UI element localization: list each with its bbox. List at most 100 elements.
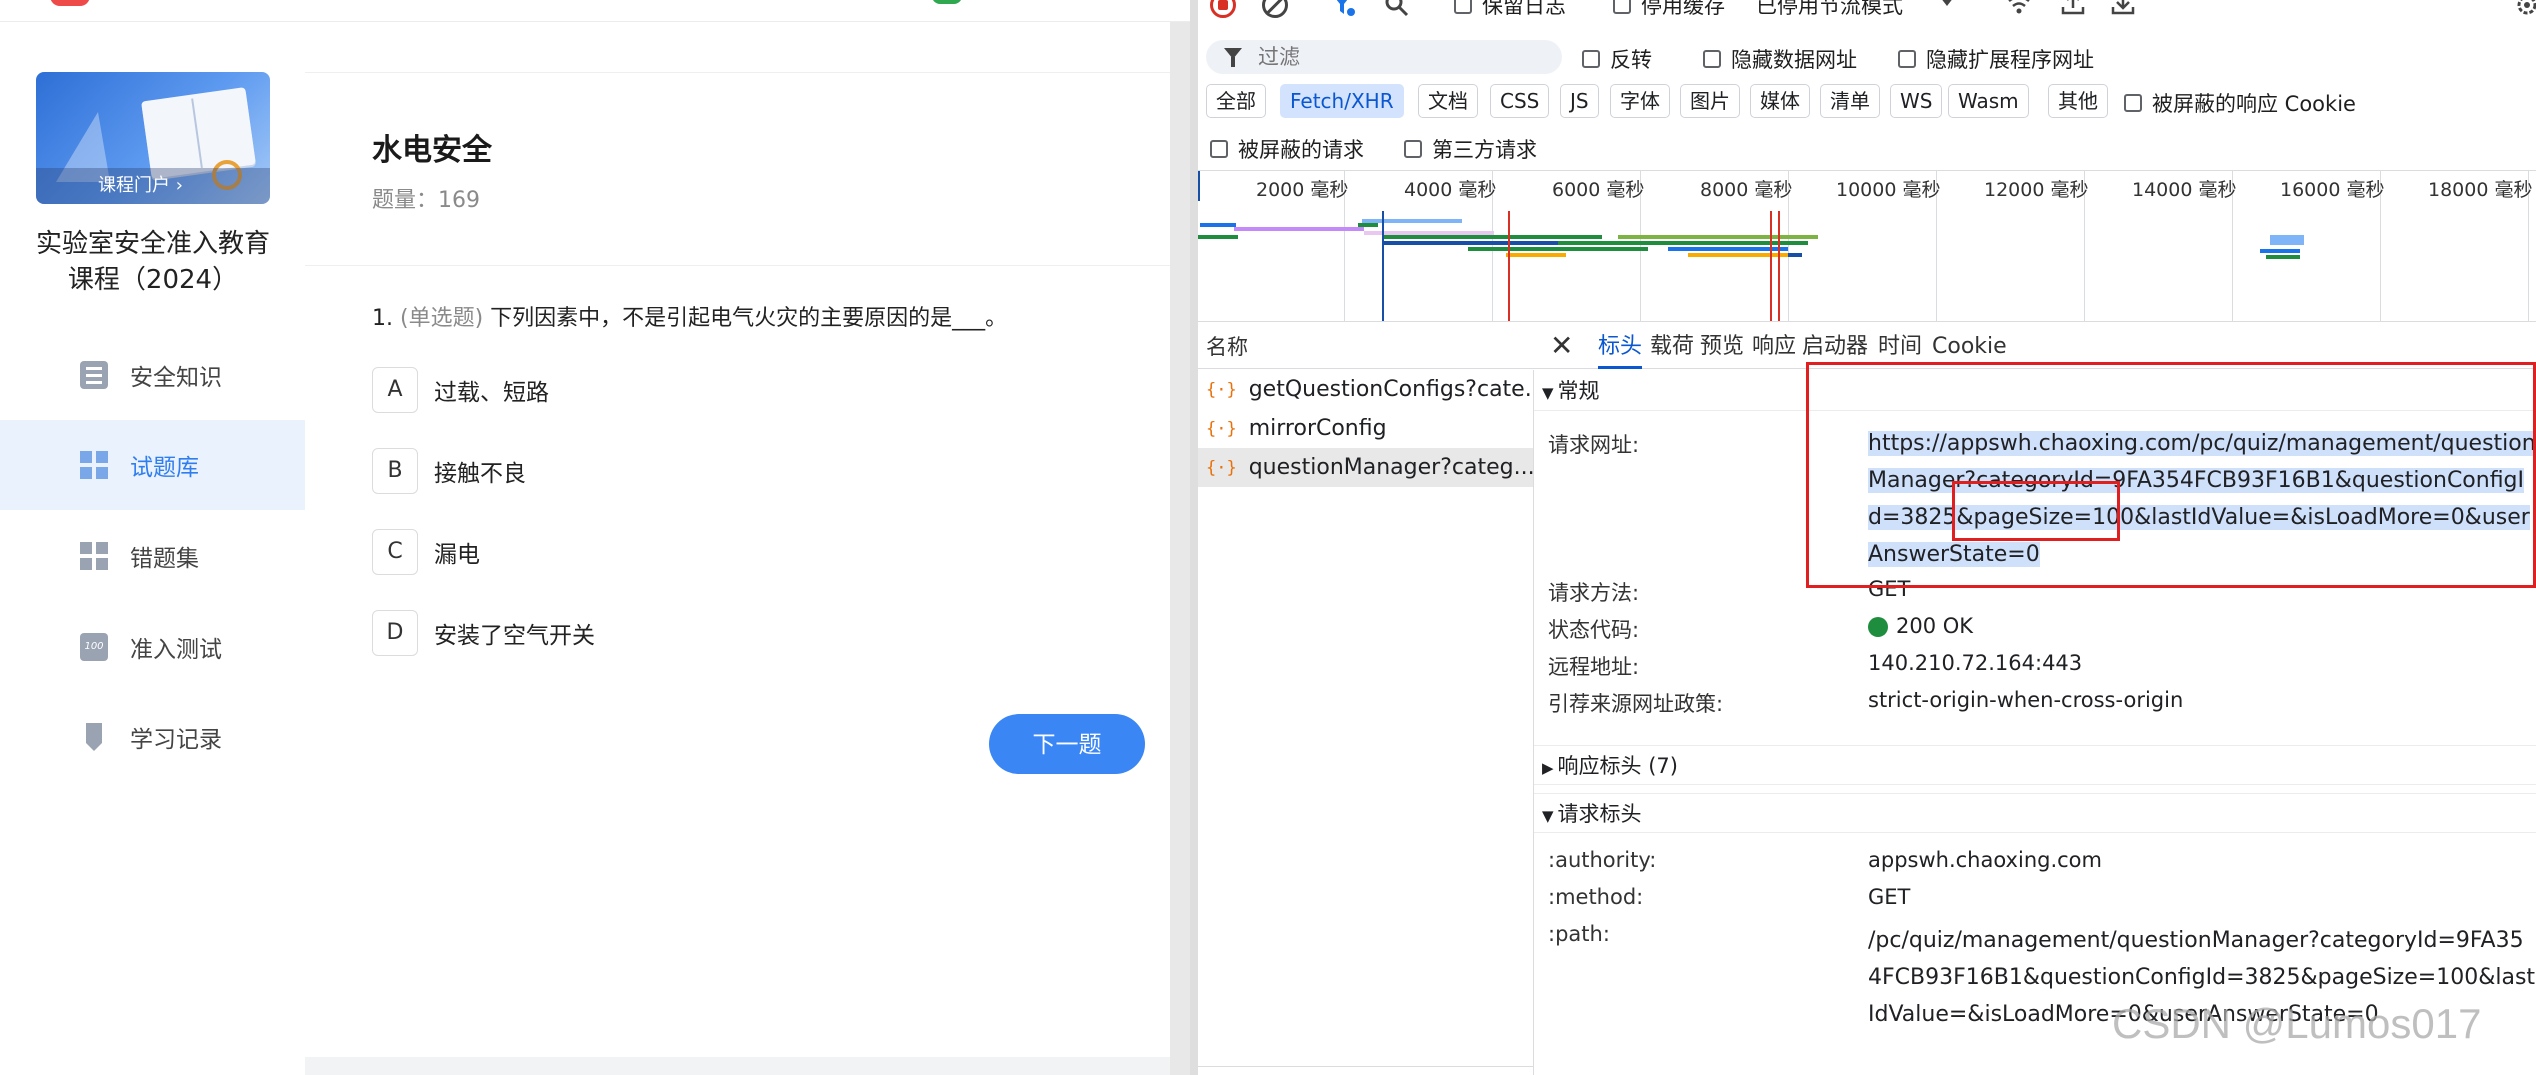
- response-headers-section-header[interactable]: ▶ 响应标头 (7): [1534, 745, 2536, 785]
- question-text: 下列因素中，不是引起电气火灾的主要原因的是___。: [490, 306, 1008, 331]
- checkbox-label: 被屏蔽的响应 Cookie: [2152, 92, 2356, 116]
- type-chip-ws[interactable]: WS: [1890, 84, 1943, 118]
- third-party-requests-checkbox[interactable]: 第三方请求: [1404, 134, 1537, 164]
- filter-input[interactable]: [1206, 40, 1562, 74]
- checkbox[interactable]: [1703, 50, 1721, 68]
- request-row[interactable]: {·} mirrorConfig: [1198, 409, 1533, 448]
- sidebar-item-access-test[interactable]: 100 准入测试: [0, 602, 305, 692]
- filter-icon[interactable]: [1330, 0, 1356, 18]
- blocked-requests-checkbox[interactable]: 被屏蔽的请求: [1210, 134, 1364, 164]
- option-letter: D: [372, 610, 418, 656]
- type-chip-other[interactable]: 其他: [2048, 84, 2108, 118]
- checkbox[interactable]: [1613, 0, 1631, 14]
- tab-payload[interactable]: 载荷: [1650, 325, 1694, 369]
- course-portal-banner[interactable]: 课程门户 ›: [36, 72, 270, 204]
- type-chip-js[interactable]: JS: [1560, 84, 1599, 118]
- checkbox[interactable]: [1210, 140, 1228, 158]
- throttle-select[interactable]: 已停用节流模式: [1756, 0, 1903, 20]
- type-chip-media[interactable]: 媒体: [1750, 84, 1810, 118]
- checkbox[interactable]: [2124, 94, 2142, 112]
- question-panel: 水电安全 题量：169 1. (单选题) 下列因素中，不是引起电气火灾的主要原因…: [305, 22, 1173, 1057]
- record-stop-icon[interactable]: [1210, 0, 1236, 18]
- type-chip-img[interactable]: 图片: [1680, 84, 1740, 118]
- option-d[interactable]: D 安装了空气开关: [372, 610, 595, 656]
- timeline-bar: [1198, 235, 1238, 239]
- timeline-tick-label: 10000 毫秒: [1836, 179, 1941, 201]
- type-chip-fetch-xhr[interactable]: Fetch/XHR: [1280, 84, 1404, 118]
- tab-headers[interactable]: 标头: [1598, 325, 1643, 369]
- chevron-down-icon[interactable]: [1940, 0, 1954, 6]
- name-column-header[interactable]: 名称: [1198, 325, 1534, 369]
- next-question-button[interactable]: 下一题: [989, 714, 1145, 774]
- xhr-icon: {·}: [1206, 457, 1237, 478]
- timeline-tick-label: 4000 毫秒: [1404, 179, 1497, 201]
- section-title: 响应标头 (7): [1557, 754, 1678, 778]
- caret-down-icon: ▼: [1542, 384, 1554, 402]
- section-title: 请求标头: [1557, 802, 1642, 826]
- request-headers-section-header[interactable]: ▼ 请求标头: [1534, 793, 2536, 833]
- remote-address-value: 140.210.72.164:443: [1868, 651, 2083, 675]
- checkbox[interactable]: [1582, 50, 1600, 68]
- close-icon[interactable]: ✕: [1550, 329, 1573, 362]
- request-row[interactable]: {·} getQuestionConfigs?cate...: [1198, 370, 1533, 409]
- type-chip-manifest[interactable]: 清单: [1820, 84, 1880, 118]
- checkbox[interactable]: [1898, 50, 1916, 68]
- list-icon: [80, 361, 108, 389]
- tab-preview[interactable]: 预览: [1700, 325, 1744, 369]
- type-chip-font[interactable]: 字体: [1610, 84, 1670, 118]
- option-a[interactable]: A 过载、短路: [372, 367, 549, 413]
- grid-icon: [80, 451, 108, 479]
- preserve-log-checkbox[interactable]: 保留日志: [1454, 0, 1566, 20]
- clear-icon[interactable]: [1262, 0, 1288, 18]
- gear-icon[interactable]: [2514, 0, 2536, 18]
- type-chip-doc[interactable]: 文档: [1418, 84, 1478, 118]
- record-icon: [80, 723, 108, 751]
- tab-response[interactable]: 响应: [1752, 325, 1796, 369]
- filter-icon: [1224, 48, 1242, 67]
- timeline-bar: [1382, 235, 1602, 239]
- type-chip-all[interactable]: 全部: [1206, 84, 1266, 118]
- export-har-icon[interactable]: [2110, 0, 2136, 18]
- sidebar-item-safety-knowledge[interactable]: 安全知识: [0, 330, 305, 420]
- import-har-icon[interactable]: [2060, 0, 2086, 18]
- network-overview-timeline[interactable]: 2000 毫秒 4000 毫秒 6000 毫秒 8000 毫秒 10000 毫秒…: [1198, 170, 2536, 322]
- question-stem: 1. (单选题) 下列因素中，不是引起电气火灾的主要原因的是___。: [372, 300, 1007, 332]
- grid-icon: [80, 542, 108, 570]
- option-b[interactable]: B 接触不良: [372, 448, 526, 494]
- method-header-label: :method:: [1548, 885, 1644, 909]
- hide-extension-urls-checkbox[interactable]: 隐藏扩展程序网址: [1898, 44, 2094, 74]
- type-chip-css[interactable]: CSS: [1490, 84, 1550, 118]
- hide-data-urls-checkbox[interactable]: 隐藏数据网址: [1703, 44, 1857, 74]
- sidebar-item-study-record[interactable]: 学习记录: [0, 692, 305, 782]
- question-number: 1.: [372, 306, 393, 331]
- status-code-label: 状态代码:: [1548, 618, 1640, 642]
- status-text: 200 OK: [1896, 614, 1974, 638]
- sidebar-item-question-bank[interactable]: 试题库: [0, 420, 305, 510]
- status-ok-icon: [1868, 617, 1888, 637]
- invert-checkbox[interactable]: 反转: [1582, 44, 1652, 74]
- search-icon[interactable]: [1384, 0, 1410, 18]
- close-indicator-icon: [50, 0, 90, 6]
- devtools-splitter[interactable]: [1190, 0, 1198, 1075]
- network-toolbar: 保留日志 停用缓存 已停用节流模式: [1198, 0, 2536, 34]
- scrollbar[interactable]: [1170, 22, 1190, 1075]
- timeline-bar: [1358, 223, 1378, 227]
- option-c[interactable]: C 漏电: [372, 529, 480, 575]
- blocked-response-cookies-checkbox[interactable]: 被屏蔽的响应 Cookie: [2124, 88, 2356, 118]
- timeline-tick-label: 18000 毫秒: [2428, 179, 2533, 201]
- disable-cache-checkbox[interactable]: 停用缓存: [1613, 0, 1725, 20]
- type-chip-wasm[interactable]: Wasm: [1948, 84, 2029, 118]
- divider: [305, 72, 1173, 73]
- network-conditions-icon[interactable]: [2006, 0, 2032, 18]
- checkbox[interactable]: [1454, 0, 1472, 14]
- timeline-tick-label: 6000 毫秒: [1552, 179, 1645, 201]
- page-title: 水电安全: [372, 133, 492, 168]
- checkbox[interactable]: [1404, 140, 1422, 158]
- question-count-label: 题量：: [372, 188, 439, 213]
- timeline-tick-label: 14000 毫秒: [2132, 179, 2237, 201]
- question-type: (单选题): [400, 306, 484, 331]
- sidebar-item-wrong-questions[interactable]: 错题集: [0, 511, 305, 601]
- request-row[interactable]: {·} questionManager?categ...: [1198, 448, 1533, 487]
- load-event-marker: [1508, 211, 1510, 321]
- course-portal-link[interactable]: 课程门户 ›: [36, 168, 270, 204]
